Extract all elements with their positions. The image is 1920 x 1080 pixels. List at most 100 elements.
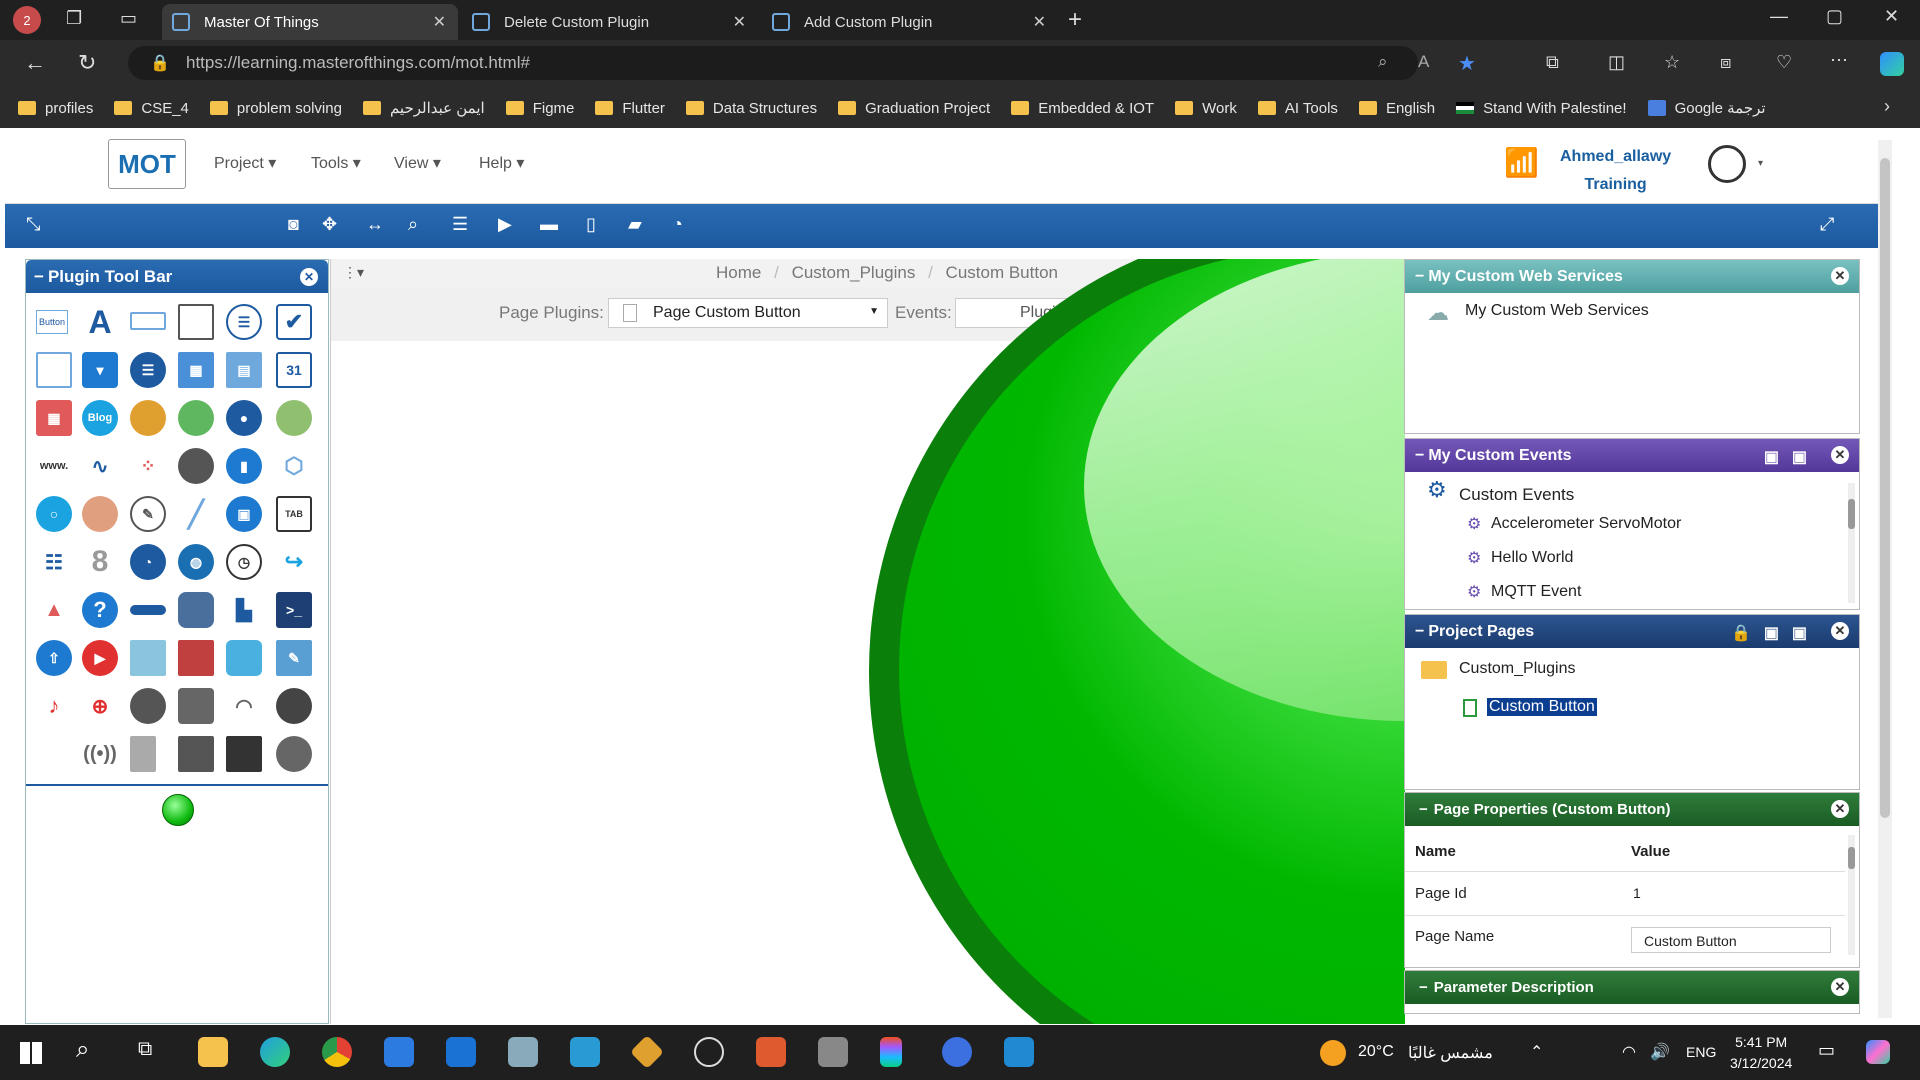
close-tab-icon[interactable]: ✕ [433, 12, 446, 32]
plugin-presentation-icon[interactable] [130, 640, 166, 676]
close-icon[interactable]: ✕ [1831, 800, 1849, 818]
plugin-bar-chart-icon[interactable]: ▮ [226, 448, 262, 484]
plugin-upload-icon[interactable]: ⇧ [36, 640, 72, 676]
plugin-custom-1-icon[interactable]: ♪ [36, 688, 72, 724]
design-canvas[interactable]: ⋮▾ Home / Custom_Plugins / Custom Button… [330, 259, 1405, 1024]
avatar[interactable] [1708, 145, 1746, 183]
plugin-checkbox-icon[interactable]: ✔ [276, 304, 312, 340]
plugin-shapes-icon[interactable]: ▲ [36, 592, 72, 628]
plugin-custom-8-icon[interactable] [178, 736, 214, 772]
page-scrollbar[interactable] [1878, 140, 1892, 1018]
plugin-web-icon[interactable]: www. [36, 448, 72, 484]
plugin-map-search-icon[interactable] [276, 400, 312, 436]
plugin-custom-9-icon[interactable] [226, 736, 262, 772]
plugin-schedule-icon[interactable]: ▦ [36, 400, 72, 436]
tab-master-of-things[interactable]: Master Of Things ✕ [162, 4, 458, 40]
plugin-table-icon[interactable]: ▦ [178, 352, 214, 388]
plugin-factory-icon[interactable]: ▙ [226, 592, 262, 628]
custom-button-sphere[interactable] [869, 259, 1405, 1024]
close-window-icon[interactable]: ✕ [1884, 6, 1899, 27]
web-service-item[interactable]: My Custom Web Services [1465, 302, 1649, 320]
menu-view[interactable]: View ▾ [394, 153, 441, 173]
collapse-icon[interactable]: − [1415, 447, 1424, 465]
tab-delete-custom-plugin[interactable]: Delete Custom Plugin ✕ [462, 4, 758, 40]
plugin-custom-10-icon[interactable] [276, 736, 312, 772]
user-info[interactable]: Ahmed_allawy Training [1560, 143, 1671, 199]
close-icon[interactable]: ✕ [1831, 446, 1849, 464]
plugin-progress-icon[interactable] [130, 605, 166, 615]
properties-scrollbar[interactable] [1848, 835, 1855, 955]
plugin-radar-icon[interactable]: ⬡ [276, 448, 312, 484]
bookmark-cse4[interactable]: CSE_4 [114, 100, 189, 117]
zoom-icon[interactable]: ⌕ [1378, 52, 1388, 72]
canvas-options-icon[interactable]: ⋮▾ [343, 264, 364, 281]
weather-text[interactable]: مشمس غالبًا [1408, 1043, 1493, 1063]
app-icon[interactable] [942, 1037, 972, 1067]
breadcrumb-custom-plugins[interactable]: Custom_Plugins [792, 263, 916, 282]
avatar-dropdown-icon[interactable]: ▾ [1758, 158, 1763, 169]
close-icon[interactable]: ✕ [1831, 978, 1849, 996]
bookmark-ayman[interactable]: ايمن عبدالرحيم [362, 99, 485, 117]
bookmark-embedded-iot[interactable]: Embedded & IOT [1011, 100, 1154, 117]
event-item[interactable]: Accelerometer ServoMotor [1491, 515, 1681, 533]
bookmark-figme[interactable]: Figme [505, 100, 574, 117]
close-icon[interactable]: ✕ [1831, 267, 1849, 285]
profile-badge[interactable]: 2 [13, 6, 41, 34]
plugin-image-icon[interactable]: ▣ [226, 496, 262, 532]
tray-overflow-icon[interactable]: ⌃ [1530, 1042, 1543, 1062]
plugin-line-chart-icon[interactable]: ∿ [82, 448, 118, 484]
plugin-paint-icon[interactable]: ✎ [130, 496, 166, 532]
plugin-custom-4-icon[interactable] [178, 688, 214, 724]
plugin-globe-icon[interactable]: ◍ [178, 544, 214, 580]
plugin-custom-3-icon[interactable] [130, 688, 166, 724]
collapse-icon[interactable]: ⤡ [26, 214, 40, 235]
close-tab-icon[interactable]: ✕ [1033, 12, 1046, 32]
plugin-donut-icon[interactable]: ○ [36, 496, 72, 532]
collapse-icon[interactable]: − [1419, 801, 1428, 818]
plugin-database-icon[interactable] [178, 592, 214, 628]
move-icon[interactable]: ✥ [322, 214, 337, 235]
event-item[interactable]: MQTT Event [1491, 583, 1581, 601]
back-icon[interactable]: ← [24, 50, 46, 76]
breadcrumb-home[interactable]: Home [716, 263, 761, 282]
url-field[interactable]: 🔒 https://learning.masterofthings.com/mo… [128, 46, 1476, 80]
close-tab-icon[interactable]: ✕ [733, 12, 746, 32]
play-icon[interactable]: ▶ [498, 214, 512, 235]
tab-actions-icon[interactable]: ▭ [120, 8, 137, 29]
folder-icon[interactable]: ▬ [540, 214, 558, 235]
app-icon[interactable] [818, 1037, 848, 1067]
collapse-icon[interactable]: − [34, 267, 44, 287]
volume-icon[interactable]: 🔊 [1650, 1042, 1670, 1062]
task-view-icon[interactable]: ⧉ [138, 1038, 152, 1061]
save-icon[interactable]: ▣ [1764, 623, 1779, 643]
plugin-button[interactable]: Button [36, 310, 68, 334]
mail-icon[interactable] [446, 1037, 476, 1067]
events-root[interactable]: Custom Events [1459, 485, 1574, 505]
custom-button-plugin-icon[interactable] [162, 794, 194, 826]
bookmark-graduation-project[interactable]: Graduation Project [838, 100, 990, 117]
search-icon[interactable]: ⌕ [76, 1036, 89, 1064]
more-menu-icon[interactable]: ⋯ [1830, 50, 1848, 71]
screenshot-icon[interactable]: ◙ [288, 214, 299, 235]
browser-essentials-icon[interactable]: ♡ [1776, 52, 1792, 73]
language-indicator[interactable]: ENG [1686, 1044, 1716, 1060]
collapse-icon[interactable]: − [1415, 623, 1424, 641]
bookmark-problem-solving[interactable]: problem solving [209, 100, 342, 117]
mot-logo[interactable]: MOT [108, 139, 186, 189]
close-icon[interactable]: ✕ [1831, 622, 1849, 640]
save-icon[interactable]: ▣ [1764, 447, 1779, 467]
collapse-icon[interactable]: − [1419, 979, 1428, 996]
plugin-tab-icon[interactable]: TAB [276, 496, 312, 532]
save-as-icon[interactable]: ▣ [1792, 447, 1807, 467]
plugin-dropdown-icon[interactable]: ▾ [82, 352, 118, 388]
read-aloud-icon[interactable]: A [1418, 52, 1429, 72]
maximize-icon[interactable]: ▢ [1826, 6, 1843, 27]
plugin-seven-segment-icon[interactable]: 8 [82, 544, 118, 580]
close-icon[interactable]: ✕ [300, 268, 318, 286]
refresh-icon[interactable]: ↻ [78, 50, 96, 76]
weather-temp[interactable]: 20°C [1358, 1043, 1394, 1061]
plugin-input-icon[interactable] [130, 312, 166, 330]
favorite-star-icon[interactable]: ★ [1458, 51, 1476, 76]
start-icon[interactable] [20, 1042, 42, 1064]
plugin-notes-icon[interactable]: ✎ [276, 640, 312, 676]
